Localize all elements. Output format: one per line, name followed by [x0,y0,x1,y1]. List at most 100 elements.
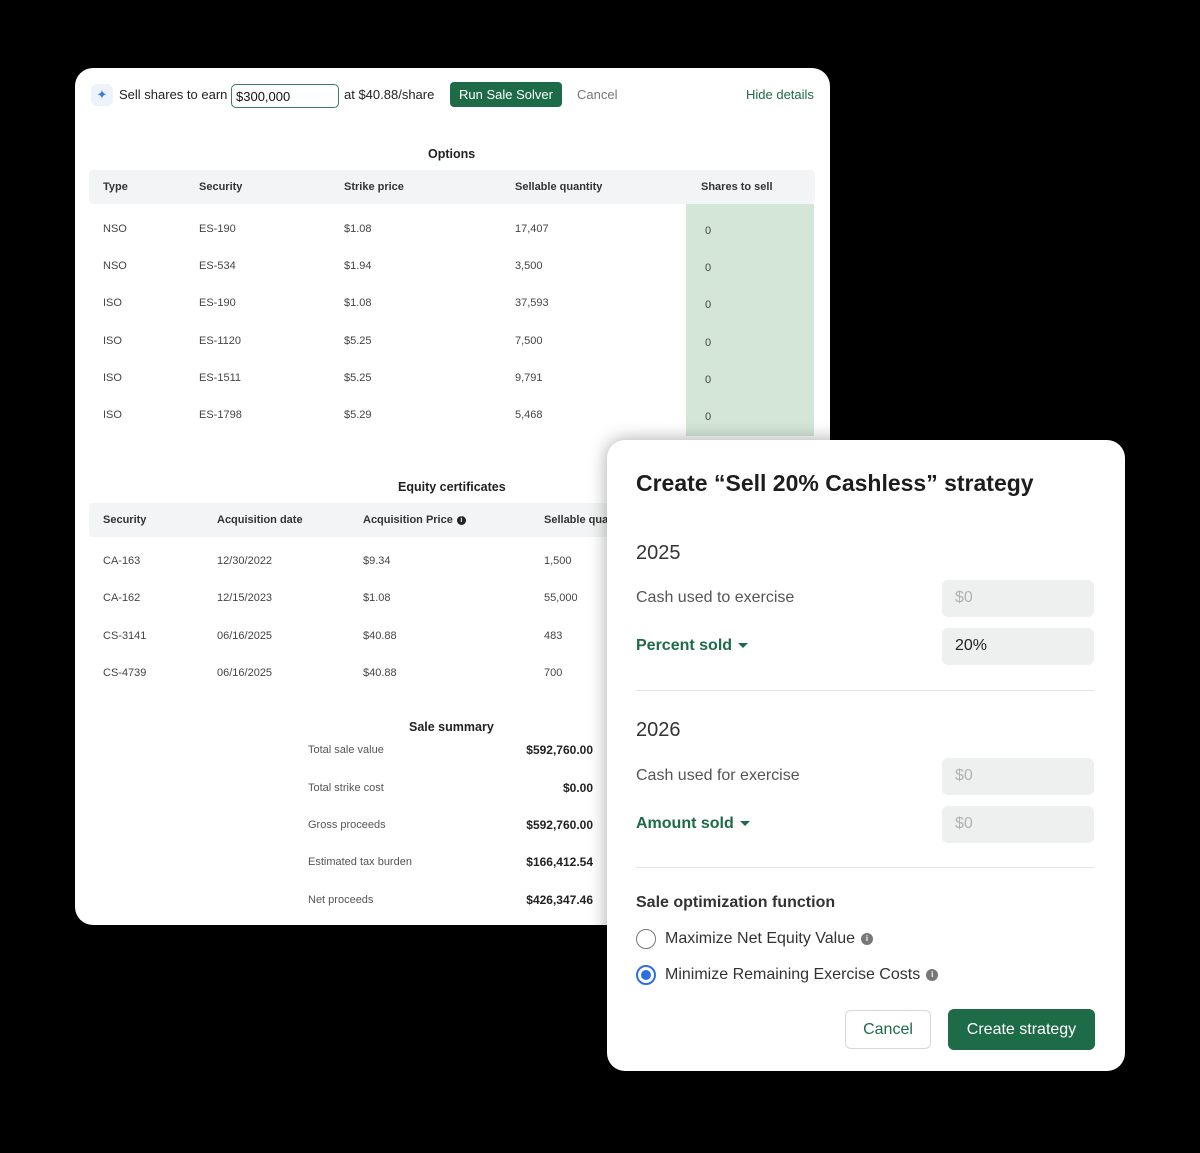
shares-to-sell-column [686,204,814,436]
share-price-label: at $40.88/share [344,87,435,102]
options-header-shares-to-sell: Shares to sell [701,181,773,193]
shares-to-sell-input[interactable]: 0 [705,299,711,311]
equity-date: 06/16/2025 [217,667,273,679]
option-quantity: 3,500 [515,260,543,272]
option-quantity: 9,791 [515,372,543,384]
hide-details-link[interactable]: Hide details [746,87,814,102]
summary-value: $166,412.54 [526,855,593,869]
equity-date: 06/16/2025 [217,630,273,642]
equity-security: CS-3141 [103,630,147,642]
percent-sold-field[interactable]: 20% [942,628,1094,665]
summary-value: $426,347.46 [526,893,593,907]
summary-value: $0.00 [562,781,593,795]
options-header-quantity: Sellable quantity [515,181,603,193]
summary-value: $592,760.00 [526,743,593,757]
cancel-button[interactable]: Cancel [845,1010,931,1049]
option-type: ISO [103,409,122,421]
equity-quantity: 483 [544,630,563,642]
shares-to-sell-input[interactable]: 0 [705,337,711,349]
equity-price: $9.34 [363,555,391,567]
summary-label: Net proceeds [308,894,374,906]
sell-prompt-label: Sell shares to earn [119,87,228,102]
summary-label: Gross proceeds [308,819,386,831]
option-security: ES-534 [199,260,236,272]
caret-down-icon [738,643,749,649]
equity-price: $1.08 [363,592,391,604]
shares-to-sell-input[interactable]: 0 [705,262,711,274]
cash-exercise-label-2025: Cash used to exercise [636,589,795,606]
sparkle-icon: ✦ [91,84,113,106]
modal-title: Create “Sell 20% Cashless” strategy [636,470,1034,496]
options-header-strike: Strike price [344,181,404,193]
option-type: ISO [103,372,122,384]
summary-label: Total sale value [308,744,384,756]
shares-to-sell-input[interactable]: 0 [705,374,711,386]
option-security: ES-1511 [199,372,241,384]
equity-quantity: 55,000 [544,592,578,604]
option-label: Maximize Net Equity Value [665,930,855,947]
shares-to-sell-input[interactable]: 0 [705,411,711,423]
target-amount-input[interactable] [231,84,339,108]
section-divider [636,690,1094,691]
option-type: ISO [103,297,122,309]
percent-sold-dropdown[interactable]: Percent sold [636,637,749,655]
shares-to-sell-input[interactable]: 0 [705,225,711,237]
optimization-label: Sale optimization function [636,894,836,911]
create-strategy-modal: Create “Sell 20% Cashless” strategy 2025… [607,440,1125,1071]
sale-solver-toolbar: ✦ Sell shares to earn at $40.88/share Ru… [75,68,830,122]
equity-date: 12/15/2023 [217,592,273,604]
equity-price: $40.88 [363,630,397,642]
options-section-title: Options [428,147,476,161]
option-security: ES-1798 [199,409,242,421]
option-quantity: 7,500 [515,335,543,347]
run-sale-solver-button[interactable]: Run Sale Solver [450,82,562,107]
maximize-net-equity-option[interactable]: Maximize Net Equity Value i [636,929,873,949]
section-divider [636,867,1094,868]
sale-summary-title: Sale summary [409,720,494,734]
info-icon[interactable]: i [456,515,466,525]
summary-value: $592,760.00 [526,818,593,832]
info-icon[interactable]: i [926,969,939,981]
create-strategy-button[interactable]: Create strategy [948,1009,1095,1050]
amount-sold-label: Amount sold [636,815,734,832]
option-quantity: 37,593 [515,297,549,309]
option-strike: $1.08 [344,297,372,309]
equity-price: $40.88 [363,667,397,679]
equity-header-price: Acquisition Price i [363,514,466,526]
caret-down-icon [739,821,750,827]
info-icon[interactable]: i [861,933,873,945]
options-header-security: Security [199,181,243,193]
equity-section-title: Equity certificates [398,480,506,494]
equity-date: 12/30/2022 [217,555,273,567]
minimize-exercise-costs-option[interactable]: Minimize Remaining Exercise Costs i [636,965,939,985]
year-2025-heading: 2025 [636,542,681,564]
options-header-type: Type [103,181,128,193]
equity-quantity: 700 [544,667,563,679]
amount-sold-dropdown[interactable]: Amount sold [636,815,750,833]
equity-header-security: Security [103,514,147,526]
radio-button[interactable] [636,929,656,949]
option-quantity: 17,407 [515,223,549,235]
option-security: ES-1120 [199,335,241,347]
cash-exercise-field-2025[interactable]: $0 [942,580,1094,617]
option-security: ES-190 [199,297,236,309]
option-strike: $1.94 [344,260,372,272]
cancel-link[interactable]: Cancel [577,87,617,102]
equity-quantity: 1,500 [544,555,572,567]
option-type: NSO [103,260,127,272]
option-type: ISO [103,335,122,347]
cash-exercise-label-2026: Cash used for exercise [636,767,800,784]
percent-sold-label: Percent sold [636,637,733,654]
cash-exercise-field-2026[interactable]: $0 [942,758,1094,795]
equity-header-price-label: Acquisition Price [363,514,453,526]
amount-sold-field[interactable]: $0 [942,806,1094,843]
equity-header-date: Acquisition date [217,514,303,526]
options-table-header: Type Security Strike price Sellable quan… [89,170,815,204]
equity-security: CS-4739 [103,667,147,679]
option-strike: $5.25 [344,335,372,347]
option-strike: $5.29 [344,409,372,421]
option-quantity: 5,468 [515,409,543,421]
summary-label: Total strike cost [308,782,384,794]
radio-button-selected[interactable] [636,965,656,985]
year-2026-heading: 2026 [636,719,681,741]
